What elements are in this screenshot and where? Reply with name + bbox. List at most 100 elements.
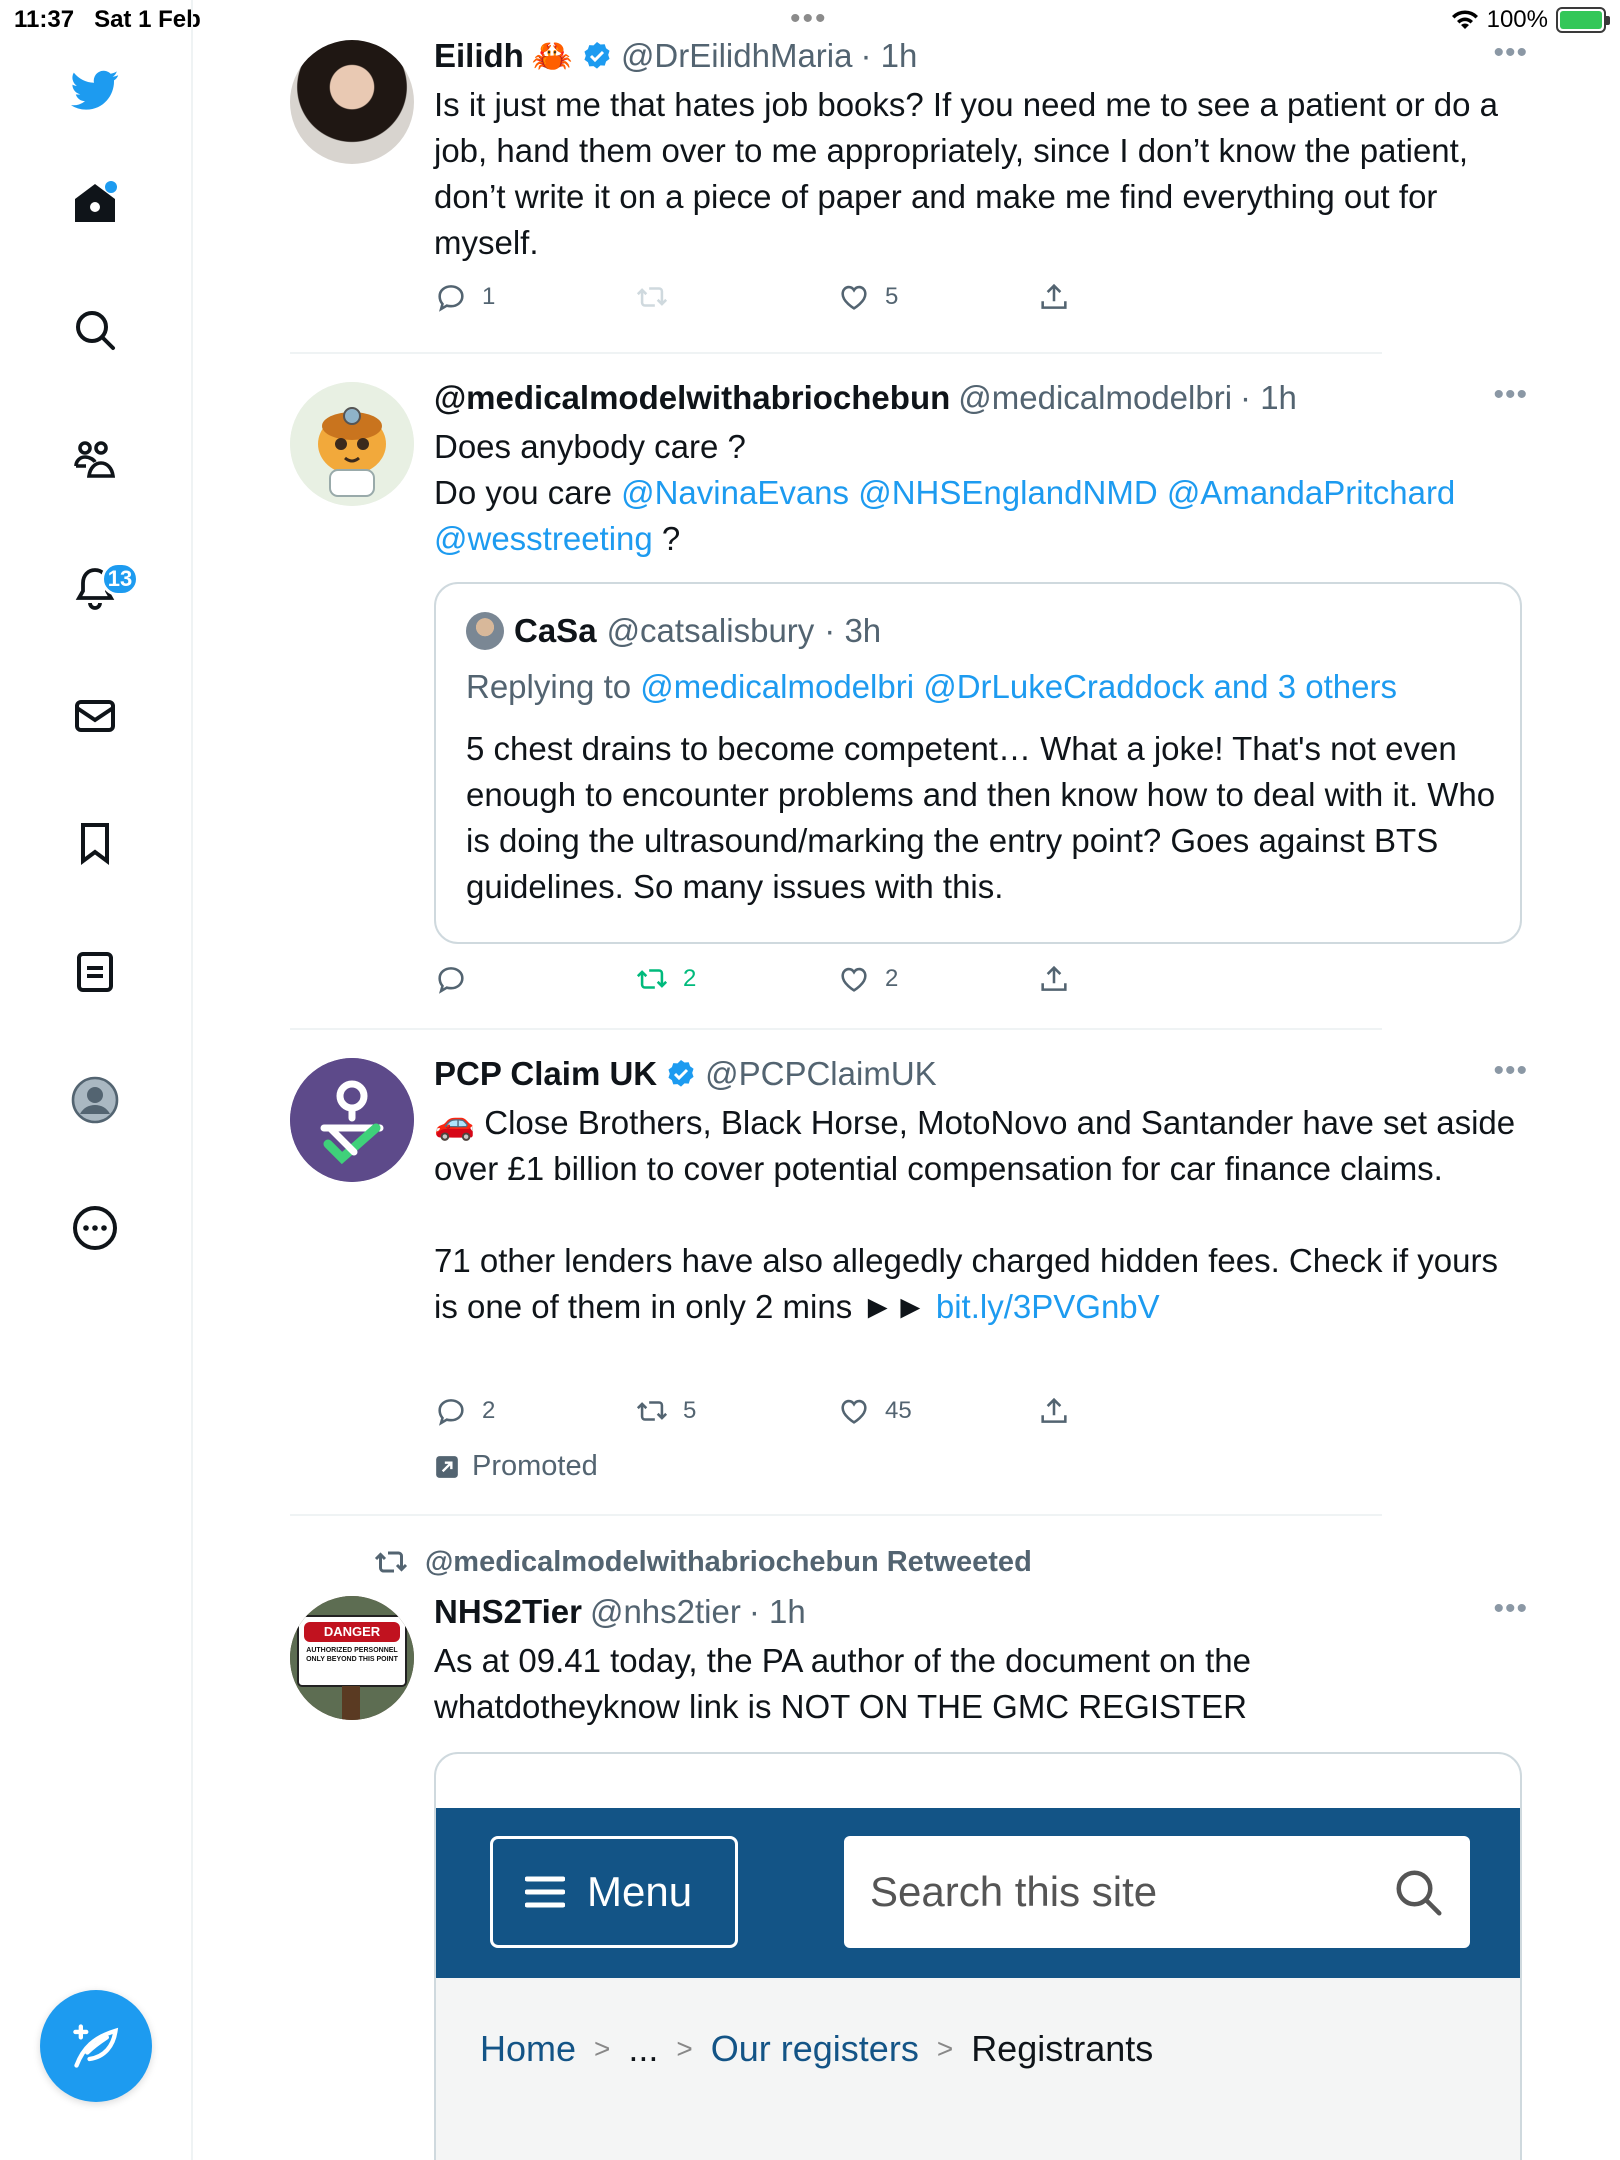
mention-link[interactable]: @NavinaEvans — [621, 474, 849, 511]
retweet-button[interactable]: 2 — [635, 962, 696, 996]
retweet-icon — [374, 1551, 408, 1573]
breadcrumb-separator: > — [676, 2033, 693, 2064]
breadcrumb-our-registers[interactable]: Our registers — [711, 2028, 919, 2070]
retweet-button[interactable]: 5 — [635, 1394, 696, 1428]
author-handle[interactable]: @DrEilidhMaria — [621, 36, 853, 76]
verified-badge-icon — [584, 42, 610, 69]
more-options-icon[interactable]: ••• — [1493, 1054, 1528, 1088]
replying-to: Replying to @medicalmodelbri @DrLukeCrad… — [466, 668, 1397, 705]
tweet-actions: 1 5 — [434, 280, 1334, 320]
tweet-actions: 2 5 45 — [434, 1394, 1334, 1434]
tweet-divider — [290, 352, 1382, 354]
avatar-medicalmodel[interactable] — [290, 382, 414, 506]
profile-avatar-icon — [71, 1076, 119, 1124]
reply-button[interactable]: 2 — [434, 1394, 495, 1428]
avatar-nhs2tier[interactable]: DANGER AUTHORIZED PERSONNEL ONLY BEYOND … — [290, 1596, 414, 1720]
search-icon[interactable] — [1392, 1866, 1446, 1920]
share-button[interactable] — [1037, 280, 1071, 314]
tweet-time[interactable]: · 1h — [861, 36, 918, 76]
like-count: 5 — [885, 283, 899, 310]
promo-link[interactable]: bit.ly/3PVGnbV — [936, 1288, 1160, 1325]
tweet-header: Eilidh 🦀 @DrEilidhMaria · 1h — [434, 36, 1522, 76]
tweet-text: Is it just me that hates job books? If y… — [434, 86, 1508, 261]
link-preview-card[interactable]: Menu Search this site Home > ... > Our r… — [434, 1752, 1522, 2160]
nav-communities[interactable] — [55, 420, 135, 500]
like-count: 45 — [885, 1397, 912, 1424]
share-button[interactable] — [1037, 1394, 1071, 1428]
reply-button[interactable]: 1 — [434, 280, 495, 314]
tweet-header: PCP Claim UK @PCPClaimUK — [434, 1054, 1522, 1094]
brioche-doctor-avatar-icon — [290, 382, 414, 506]
hamburger-icon — [525, 1876, 565, 1908]
mention-link[interactable]: @NHSEnglandNMD — [858, 474, 1157, 511]
retweet-count: 2 — [683, 965, 697, 992]
more-options-icon[interactable]: ••• — [1493, 36, 1528, 70]
retweet-count: 5 — [683, 1397, 697, 1424]
reply-count: 2 — [482, 1397, 496, 1424]
quote-author-handle[interactable]: @catsalisbury — [607, 612, 815, 650]
sidebar: 13 — [0, 0, 193, 2160]
author-name[interactable]: Eilidh — [434, 36, 524, 76]
quote-author-name[interactable]: CaSa — [514, 612, 597, 650]
retweet-icon — [636, 287, 668, 307]
nav-bookmarks[interactable] — [55, 803, 135, 883]
nav-home[interactable] — [55, 163, 135, 243]
like-button[interactable]: 45 — [837, 1394, 912, 1428]
breadcrumb-ellipsis[interactable]: ... — [628, 2028, 658, 2070]
site-search-input[interactable]: Search this site — [844, 1836, 1470, 1948]
quoted-tweet[interactable]: CaSa @catsalisbury · 3h Replying to @med… — [434, 582, 1522, 944]
nav-explore[interactable] — [55, 290, 135, 370]
tweet-pcpclaim[interactable]: PCP Claim UK @PCPClaimUK ••• 🚗 Close Bro… — [290, 1054, 1527, 1494]
author-name[interactable]: NHS2Tier — [434, 1592, 582, 1632]
tweet-eilidh[interactable]: Eilidh 🦀 @DrEilidhMaria · 1h ••• Is it j… — [290, 36, 1527, 336]
breadcrumb-registrants: Registrants — [971, 2028, 1154, 2069]
tweet-nhs2tier[interactable]: DANGER AUTHORIZED PERSONNEL ONLY BEYOND … — [290, 1592, 1527, 2160]
like-button[interactable]: 5 — [837, 280, 898, 314]
tweet-header: @medicalmodelwithabriochebun @medicalmod… — [434, 378, 1522, 418]
reply-icon — [438, 967, 464, 994]
more-options-icon[interactable]: ••• — [1493, 1592, 1528, 1626]
tweet-medicalmodel[interactable]: @medicalmodelwithabriochebun @medicalmod… — [290, 378, 1527, 1008]
breadcrumb-home[interactable]: Home — [480, 2028, 576, 2070]
verified-badge-icon — [668, 1060, 694, 1087]
promoted-label: Promoted — [434, 1450, 598, 1483]
site-menu-button[interactable]: Menu — [490, 1836, 738, 1948]
breadcrumb-area: Home > ... > Our registers > Registrants — [436, 1978, 1520, 2160]
reply-button[interactable] — [434, 962, 468, 996]
like-count: 2 — [885, 965, 899, 992]
avatar-pcpclaim[interactable] — [290, 1058, 414, 1182]
mention-link[interactable]: @wesstreeting — [434, 520, 653, 557]
quote-avatar[interactable] — [466, 612, 504, 650]
twitter-logo-button[interactable] — [55, 50, 135, 130]
sign-danger-text: DANGER — [323, 1624, 381, 1639]
nav-lists[interactable] — [55, 932, 135, 1012]
share-icon — [1041, 965, 1067, 991]
share-button[interactable] — [1037, 962, 1071, 996]
author-handle[interactable]: @PCPClaimUK — [705, 1054, 937, 1094]
author-name[interactable]: PCP Claim UK — [434, 1054, 657, 1094]
tweet-time[interactable]: · 1h — [1240, 378, 1297, 418]
tweet-time[interactable]: · 1h — [749, 1592, 806, 1632]
retweet-icon — [636, 969, 668, 989]
car-emoji: 🚗 — [434, 1104, 476, 1141]
mention-link[interactable]: @AmandaPritchard — [1167, 474, 1455, 511]
avatar-eilidh[interactable] — [290, 40, 414, 164]
compose-feather-icon — [73, 2024, 119, 2068]
author-name[interactable]: @medicalmodelwithabriochebun — [434, 378, 950, 418]
twitter-bird-icon — [71, 70, 119, 110]
author-handle[interactable]: @nhs2tier — [590, 1592, 741, 1632]
more-options-icon[interactable]: ••• — [1493, 378, 1528, 412]
gmc-site-header: Menu Search this site — [436, 1808, 1520, 1978]
nav-notifications[interactable]: 13 — [55, 548, 139, 628]
nav-more[interactable] — [55, 1188, 135, 1268]
nav-messages[interactable] — [55, 676, 135, 756]
nav-profile[interactable] — [55, 1060, 135, 1140]
retweet-button[interactable] — [635, 280, 669, 314]
promoted-arrow-icon — [436, 1455, 458, 1478]
replying-to-links[interactable]: @medicalmodelbri @DrLukeCraddock and 3 o… — [640, 668, 1397, 705]
breadcrumb-separator: > — [936, 2033, 954, 2064]
new-posts-dot — [105, 181, 117, 193]
compose-tweet-button[interactable] — [40, 1990, 152, 2102]
author-handle[interactable]: @medicalmodelbri — [958, 378, 1232, 418]
like-button[interactable]: 2 — [837, 962, 898, 996]
